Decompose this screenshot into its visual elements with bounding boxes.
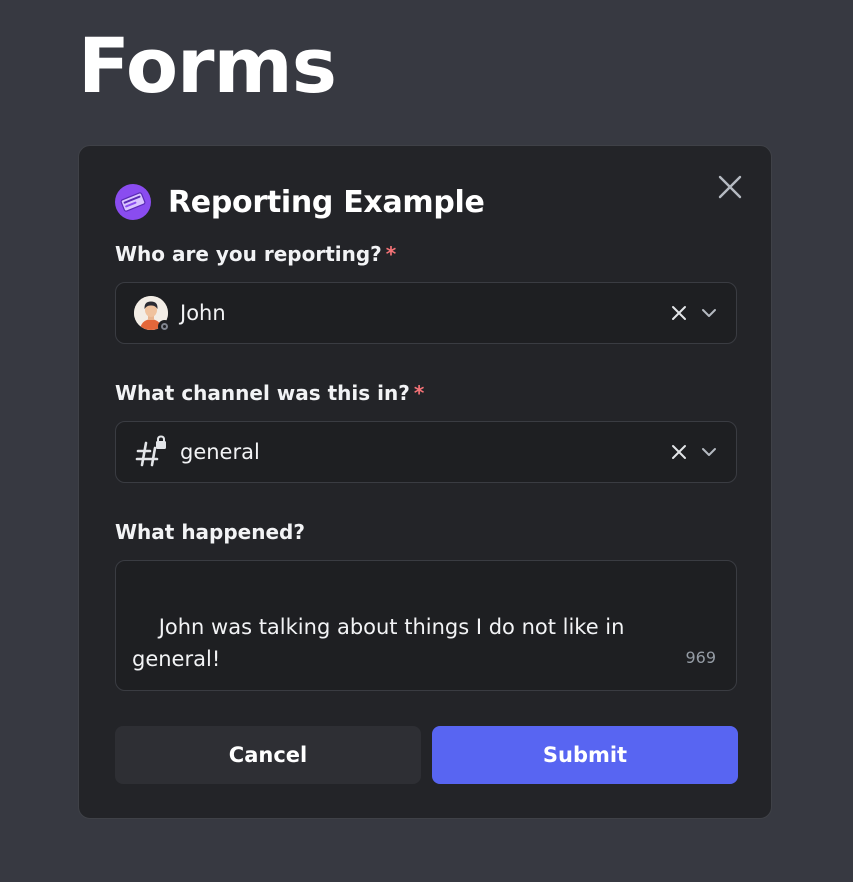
clear-channel-button[interactable] — [668, 441, 690, 463]
details-field-label: What happened? — [115, 520, 305, 544]
offline-status-indicator — [158, 320, 171, 333]
channel-dropdown-toggle[interactable] — [698, 441, 720, 463]
cancel-button[interactable]: Cancel — [115, 726, 421, 784]
clear-icon — [672, 445, 686, 459]
required-indicator: * — [413, 381, 425, 405]
details-textarea[interactable]: John was talking about things I do not l… — [115, 560, 737, 691]
select-actions — [668, 283, 720, 343]
chevron-down-icon — [702, 309, 716, 317]
channel-field-label: What channel was this in? * — [115, 381, 424, 405]
user-field-label-text: Who are you reporting? — [115, 242, 382, 266]
user-field-label: Who are you reporting? * — [115, 242, 396, 266]
channel-select[interactable]: general — [115, 421, 737, 483]
required-indicator: * — [385, 242, 397, 266]
details-text: John was talking about things I do not l… — [132, 615, 625, 671]
modal-title: Reporting Example — [168, 184, 485, 220]
clyde-badge-icon — [120, 192, 146, 212]
user-select[interactable]: John — [115, 282, 737, 344]
channel-icon-wrap — [134, 435, 168, 469]
selected-user: John — [180, 301, 226, 325]
selected-channel: general — [180, 440, 260, 464]
app-icon — [115, 184, 151, 220]
clear-user-button[interactable] — [668, 302, 690, 324]
channel-field-label-text: What channel was this in? — [115, 381, 410, 405]
close-icon — [718, 175, 742, 199]
modal-header: Reporting Example — [115, 184, 485, 220]
user-dropdown-toggle[interactable] — [698, 302, 720, 324]
report-modal: Reporting Example Who are you reporting?… — [78, 145, 772, 819]
locked-channel-icon — [135, 435, 166, 467]
page-title: Forms — [78, 21, 337, 110]
character-counter: 969 — [685, 648, 716, 667]
submit-button[interactable]: Submit — [432, 726, 738, 784]
clear-icon — [672, 306, 686, 320]
select-actions — [668, 422, 720, 482]
close-button[interactable] — [715, 172, 745, 202]
chevron-down-icon — [702, 448, 716, 456]
avatar — [134, 296, 171, 333]
